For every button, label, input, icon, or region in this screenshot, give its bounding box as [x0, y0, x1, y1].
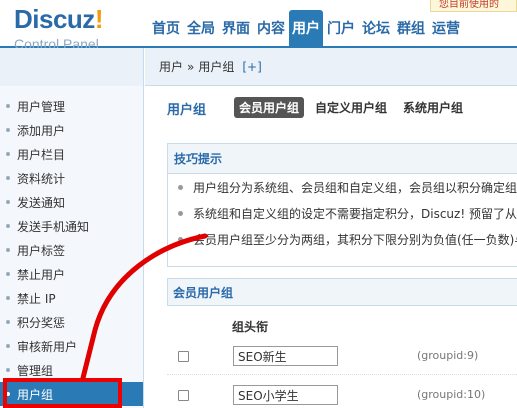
tip-item: 系统组和自定义组的设定不需要指定积分，Discuz! 预留了从 [168, 200, 517, 226]
sidebar: 用户管理 添加用户 用户栏目 资料统计 发送通知 发送手机通知 用户标签 禁止用… [0, 48, 144, 408]
bullet-icon [6, 320, 10, 324]
tips-panel: 技巧提示 用户组分为系统组、会员组和自定义组，会员组以积分确定组 系统组和自定义… [167, 143, 517, 267]
bullet-icon [178, 236, 183, 242]
group-id: (groupid:9) [417, 349, 479, 362]
bullet-icon [6, 104, 10, 108]
bullet-icon [6, 248, 10, 252]
sidebar-item-user-fields[interactable]: 用户栏目 [0, 142, 143, 166]
group-tabs: 会员用户组 自定义用户组 系统用户组 [234, 97, 474, 118]
sidebar-item-review-new-users[interactable]: 审核新用户 [0, 334, 143, 358]
nav-interface[interactable]: 界面 [219, 10, 253, 46]
bullet-icon [6, 176, 10, 180]
sidebar-item-ban-user[interactable]: 禁止用户 [0, 262, 143, 286]
bullet-icon [6, 296, 10, 300]
table-row: (groupid:10) [167, 384, 517, 408]
tips-title: 技巧提示 [168, 144, 517, 174]
tab-custom-groups[interactable]: 自定义用户组 [310, 97, 392, 118]
add-shortcut-link[interactable]: [+] [242, 60, 261, 74]
notice-banner: 您目前使用的 [430, 0, 517, 12]
bullet-icon [6, 152, 10, 156]
bullet-icon [178, 184, 183, 190]
breadcrumb-root[interactable]: 用户 [159, 58, 183, 75]
sidebar-item-profile-stats[interactable]: 资料统计 [0, 166, 143, 190]
bullet-icon [6, 200, 10, 204]
logo[interactable]: Discuz! Control Panel [14, 6, 134, 52]
sidebar-item-add-user[interactable]: 添加用户 [0, 118, 143, 142]
breadcrumb: 用户 » 用户组 [+] [145, 48, 517, 86]
sidebar-item-user-management[interactable]: 用户管理 [0, 94, 143, 118]
bullet-icon [6, 344, 10, 348]
nav-groups[interactable]: 群组 [394, 10, 428, 46]
group-name-input[interactable] [233, 385, 338, 405]
group-name-input[interactable] [233, 346, 338, 366]
group-id: (groupid:10) [417, 388, 486, 401]
tip-item: 用户组分为系统组、会员组和自定义组，会员组以积分确定组 [168, 174, 517, 200]
nav-operations[interactable]: 运营 [429, 10, 463, 46]
tab-system-groups[interactable]: 系统用户组 [398, 97, 468, 118]
tip-item: 会员用户组至少分为两组，其积分下限分别为负值(任一负数)与 [168, 226, 517, 252]
sidebar-header [0, 48, 143, 86]
row-checkbox[interactable] [178, 390, 189, 401]
sidebar-item-user-groups[interactable]: 用户组 [0, 382, 143, 406]
bullet-icon [6, 224, 10, 228]
bullet-icon [6, 392, 10, 396]
nav-global[interactable]: 全局 [184, 10, 218, 46]
bullet-icon [6, 128, 10, 132]
bullet-icon [6, 368, 10, 372]
sidebar-item-send-sms-notice[interactable]: 发送手机通知 [0, 214, 143, 238]
row-checkbox[interactable] [178, 351, 189, 362]
member-groups-section-title: 会员用户组 [167, 278, 517, 306]
nav-portal[interactable]: 门户 [324, 10, 358, 46]
sidebar-item-user-tags[interactable]: 用户标签 [0, 238, 143, 262]
nav-home[interactable]: 首页 [146, 10, 183, 46]
breadcrumb-separator: » [187, 59, 195, 74]
breadcrumb-current: 用户组 [198, 60, 235, 74]
nav-content[interactable]: 内容 [254, 10, 288, 46]
top-nav: 首页 全局 界面 内容 用户 门户 论坛 群组 运营 [146, 10, 464, 46]
column-header-title: 组头衔 [232, 320, 269, 334]
table-row: (groupid:9) [167, 345, 517, 375]
sidebar-item-send-notice[interactable]: 发送通知 [0, 190, 143, 214]
bullet-icon [6, 272, 10, 276]
nav-forum[interactable]: 论坛 [359, 10, 393, 46]
tab-member-groups[interactable]: 会员用户组 [234, 97, 305, 118]
nav-users[interactable]: 用户 [289, 10, 323, 46]
sidebar-item-admin-groups[interactable]: 管理组 [0, 358, 143, 382]
sidebar-item-credit-rewards[interactable]: 积分奖惩 [0, 310, 143, 334]
logo-text: Discuz! [14, 4, 103, 34]
sidebar-item-ban-ip[interactable]: 禁止 IP [0, 286, 143, 310]
page-title: 用户组 [167, 103, 207, 118]
sidebar-menu: 用户管理 添加用户 用户栏目 资料统计 发送通知 发送手机通知 用户标签 禁止用… [0, 94, 143, 406]
bullet-icon [178, 210, 183, 216]
